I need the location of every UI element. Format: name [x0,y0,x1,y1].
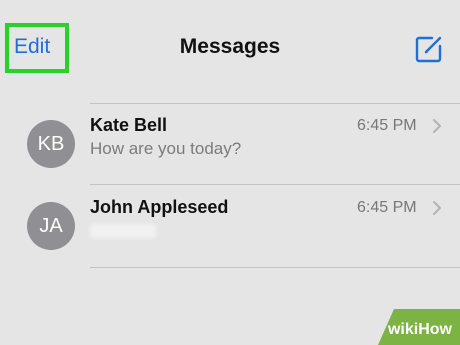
blurred-message-preview [90,224,156,238]
chevron-right-icon [433,201,441,215]
message-time: 6:45 PM [357,199,417,216]
chevron-right-icon [433,119,441,133]
messages-screen: Edit Messages KB Kate Bell How are you t… [0,0,460,345]
row-divider [90,267,460,268]
compose-icon[interactable] [414,34,444,64]
avatar: JA [27,202,75,250]
conversation-row[interactable]: KB Kate Bell How are you today? 6:45 PM [0,105,460,183]
contact-name: John Appleseed [90,197,229,217]
conversation-row[interactable]: JA John Appleseed 6:45 PM [0,187,460,265]
message-preview: How are you today? [90,139,242,158]
row-divider [90,184,460,185]
message-time: 6:45 PM [357,117,417,134]
avatar: KB [27,120,75,168]
watermark-text: wikiHow [387,321,452,338]
contact-name: Kate Bell [90,115,168,135]
row-divider [90,103,460,104]
page-title: Messages [179,35,281,58]
